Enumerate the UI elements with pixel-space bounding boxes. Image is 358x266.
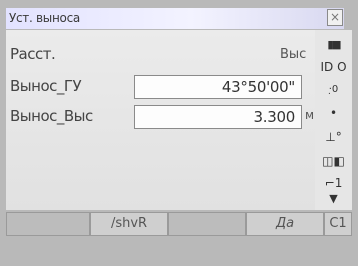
stakeout-angle-label: Вынос_ГУ	[10, 77, 82, 95]
distance-label: Расст.	[10, 45, 56, 63]
form-panel: Расст. Выс Вынос_ГУ 43°50'00" Вынос_Выс …	[6, 30, 315, 210]
stakeout-angle-field[interactable]: 43°50'00"	[134, 75, 302, 99]
level-icon: ⊥°	[325, 130, 342, 144]
softkey-3[interactable]	[168, 212, 246, 236]
page-indicator-icon: ⌐1	[324, 176, 343, 190]
softkey-page[interactable]: С1	[324, 212, 352, 236]
prism-constant-icon: ·̣0	[328, 84, 339, 95]
title-bar: Уст. выноса ×	[6, 8, 344, 29]
stakeout-height-label: Вынос_Выс	[10, 107, 93, 125]
close-button[interactable]: ×	[327, 9, 343, 26]
height-unit: м	[305, 108, 315, 122]
signal-icon: ▼	[329, 192, 338, 205]
status-sidebar: ▮▮▮ ID O ·̣0 • ⊥° ◫◧ ⌐1 ▼	[315, 30, 352, 210]
target-icon: ◫◧	[322, 154, 345, 168]
window-title: Уст. выноса	[9, 11, 80, 25]
softkey-2[interactable]: /shvR	[90, 212, 168, 236]
dot-icon: •	[329, 106, 338, 120]
softkey-1[interactable]	[6, 212, 90, 236]
battery-icon: ▮▮▮	[327, 38, 341, 51]
hv-readout-icon: ID O	[320, 60, 347, 74]
softkey-bar: /shvR Да С1	[0, 212, 358, 266]
distance-mode-value[interactable]: Выс	[280, 47, 306, 62]
softkey-yes[interactable]: Да	[246, 212, 324, 236]
stakeout-height-field[interactable]: 3.300	[134, 105, 302, 129]
